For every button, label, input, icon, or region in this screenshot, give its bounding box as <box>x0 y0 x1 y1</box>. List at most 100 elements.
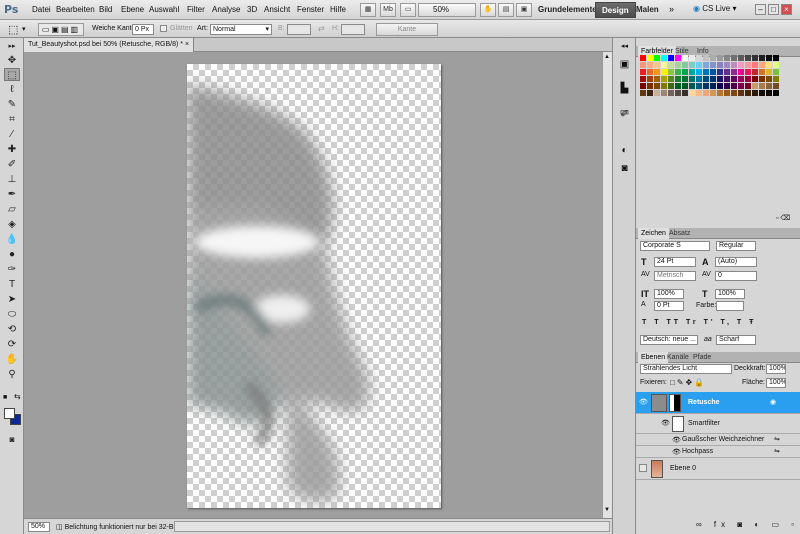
menu-auswahl[interactable]: Auswahl <box>149 5 179 14</box>
histogram-icon[interactable]: ▙ <box>618 82 631 95</box>
faux-italic-button[interactable]: T <box>654 319 661 326</box>
selection-mode-buttons[interactable]: ▭▣▤▥ <box>38 23 84 36</box>
language-dropdown[interactable]: Deutsch: neue ... <box>640 335 698 345</box>
menu-bearbeiten[interactable]: Bearbeiten <box>56 5 95 14</box>
subscript-button[interactable]: T, <box>720 319 731 326</box>
swatch[interactable] <box>703 90 709 96</box>
path-selection-icon[interactable]: ➤ <box>4 293 20 306</box>
double-arrow-icon[interactable]: » <box>669 4 674 14</box>
swatch[interactable] <box>773 83 779 89</box>
move-tool-icon[interactable]: ✥ <box>4 54 20 67</box>
swatch[interactable] <box>640 62 646 68</box>
zoom-icon[interactable]: ⚲ <box>4 368 20 381</box>
bridge-button[interactable]: ▦ <box>360 3 376 17</box>
swatch[interactable] <box>696 76 702 82</box>
menu-analyse[interactable]: Analyse <box>212 5 240 14</box>
swatch[interactable] <box>703 69 709 75</box>
swatch[interactable] <box>654 76 660 82</box>
swatch[interactable] <box>661 55 667 61</box>
swatch[interactable] <box>647 76 653 82</box>
clone-stamp-icon[interactable]: ⊥ <box>4 173 20 186</box>
swatch[interactable] <box>668 76 674 82</box>
quick-selection-icon[interactable]: ✎ <box>4 98 20 111</box>
all-caps-button[interactable]: TT <box>666 319 681 326</box>
tab-character[interactable]: Zeichen <box>638 228 669 239</box>
swatch[interactable] <box>731 83 737 89</box>
swatch[interactable] <box>689 69 695 75</box>
swatch[interactable] <box>717 83 723 89</box>
swatch[interactable] <box>654 90 660 96</box>
minibridge-button[interactable]: Mb <box>380 3 396 17</box>
swatch[interactable] <box>675 83 681 89</box>
swatch[interactable] <box>654 55 660 61</box>
swatch[interactable] <box>640 55 646 61</box>
filter-options-icon[interactable]: ⇋ <box>774 435 780 443</box>
swatch[interactable] <box>640 69 646 75</box>
swatch[interactable] <box>717 90 723 96</box>
menu-filter[interactable]: Filter <box>187 5 205 14</box>
swatch[interactable] <box>647 69 653 75</box>
swatch[interactable] <box>738 55 744 61</box>
swatch[interactable] <box>675 76 681 82</box>
workspace-grundelemente[interactable]: Grundelemente <box>532 2 603 18</box>
swatch[interactable] <box>731 55 737 61</box>
eye-icon[interactable]: 👁 <box>672 448 681 456</box>
document-tab[interactable]: Tut_Beautyshot.psd bei 50% (Retusche, RG… <box>24 38 195 52</box>
eraser-icon[interactable]: ▱ <box>4 203 20 216</box>
zoom-level-dropdown[interactable]: 50% <box>418 3 476 17</box>
eyedropper-icon[interactable]: ⁄ <box>4 128 20 141</box>
swatch[interactable] <box>766 83 772 89</box>
swatch[interactable] <box>668 62 674 68</box>
swatch[interactable] <box>773 55 779 61</box>
brush-icon[interactable]: ✐ <box>4 158 20 171</box>
menu-ansicht[interactable]: Ansicht <box>264 5 290 14</box>
menu-bild[interactable]: Bild <box>99 5 112 14</box>
swatch[interactable] <box>724 83 730 89</box>
horizontal-scrollbar[interactable] <box>174 521 610 532</box>
swatch[interactable] <box>647 62 653 68</box>
close-button[interactable]: × <box>781 4 792 15</box>
minimize-button[interactable]: – <box>755 4 766 15</box>
swatch[interactable] <box>661 83 667 89</box>
swatch[interactable] <box>689 55 695 61</box>
swatch[interactable] <box>668 55 674 61</box>
swatch[interactable] <box>696 55 702 61</box>
layer-retusche[interactable]: 👁 Retusche ◉ <box>636 392 800 414</box>
layer-smartfilter[interactable]: 👁 Smartfilter <box>636 414 800 434</box>
zoom-status-input[interactable]: 50% <box>28 522 50 532</box>
refine-edge-button[interactable]: Kante verbessern... <box>376 23 438 44</box>
horizontal-scale-input[interactable]: 100% <box>715 289 745 299</box>
swatch[interactable] <box>640 83 646 89</box>
swatch[interactable] <box>745 90 751 96</box>
view-extras-button[interactable]: ▭ <box>400 3 416 17</box>
swap-colors-icon[interactable]: ⇆ <box>14 392 21 401</box>
maximize-button[interactable]: □ <box>768 4 779 15</box>
shape-icon[interactable]: ⬭ <box>4 308 20 321</box>
new-swatch-icon[interactable]: ▫ ⌫ <box>776 214 790 222</box>
3d-rotate-icon[interactable]: ⟲ <box>4 323 20 336</box>
swatch[interactable] <box>745 83 751 89</box>
swatch[interactable] <box>640 90 646 96</box>
swatch[interactable] <box>647 55 653 61</box>
swatch[interactable] <box>724 55 730 61</box>
tab-paragraph[interactable]: Absatz <box>666 228 693 239</box>
swatch[interactable] <box>759 55 765 61</box>
swatch[interactable] <box>689 83 695 89</box>
filter-options-icon[interactable]: ⇋ <box>774 447 780 455</box>
healing-brush-icon[interactable]: ✚ <box>4 143 20 156</box>
eye-icon[interactable]: 👁 <box>661 419 670 427</box>
swatch[interactable] <box>661 62 667 68</box>
swatch[interactable] <box>654 83 660 89</box>
chevron-down-icon[interactable]: ▾ <box>22 25 26 33</box>
swatch[interactable] <box>703 83 709 89</box>
mini-bridge-icon[interactable]: ▣ <box>618 58 631 71</box>
swatch[interactable] <box>696 69 702 75</box>
scroll-down-icon[interactable]: ▼ <box>604 507 610 513</box>
swatch[interactable] <box>766 62 772 68</box>
opacity-input[interactable]: 100% <box>766 364 786 374</box>
swatch[interactable] <box>689 62 695 68</box>
close-tab-icon[interactable]: × <box>185 41 189 48</box>
swatch[interactable] <box>759 90 765 96</box>
document-canvas[interactable] <box>187 64 441 508</box>
swatch[interactable] <box>724 62 730 68</box>
